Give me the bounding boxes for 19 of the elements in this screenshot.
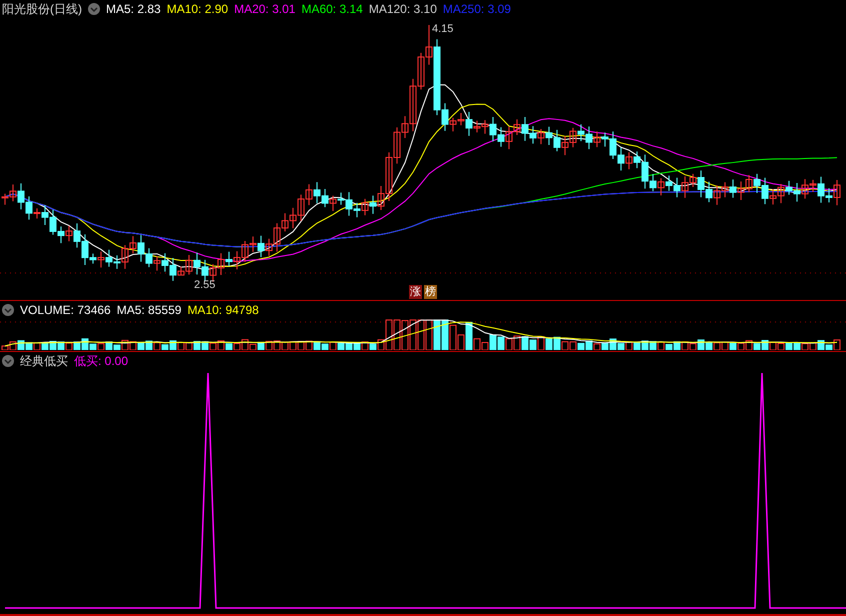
legend-value: MA120: 3.10 [368, 1, 437, 18]
legend-value: MA5: 85559 [116, 302, 182, 318]
low-price-label: 2.55 [194, 278, 216, 293]
legend-value: MA10: 94798 [187, 302, 259, 318]
legend-value: 低买: 0.00 [74, 352, 128, 370]
legend-value: MA10: 2.90 [166, 1, 228, 18]
collapse-icon[interactable] [2, 354, 14, 366]
legend-value: VOLUME: 73466 [20, 302, 111, 318]
chart-title: 阳光股份(日线) [2, 1, 82, 18]
legend-value: MA250: 3.09 [442, 1, 511, 18]
legend-value: MA5: 2.83 [106, 1, 161, 18]
high-price-label: 4.15 [432, 22, 454, 37]
legend-value: MA60: 3.14 [301, 1, 363, 18]
indicator-title: 经典低买 [20, 352, 68, 370]
collapse-icon[interactable] [88, 3, 100, 15]
tag-badge[interactable]: 涨 [409, 285, 422, 299]
legend-value: MA20: 3.01 [234, 1, 296, 18]
tag-badge[interactable]: 榜 [424, 285, 437, 299]
collapse-icon[interactable] [2, 304, 14, 316]
